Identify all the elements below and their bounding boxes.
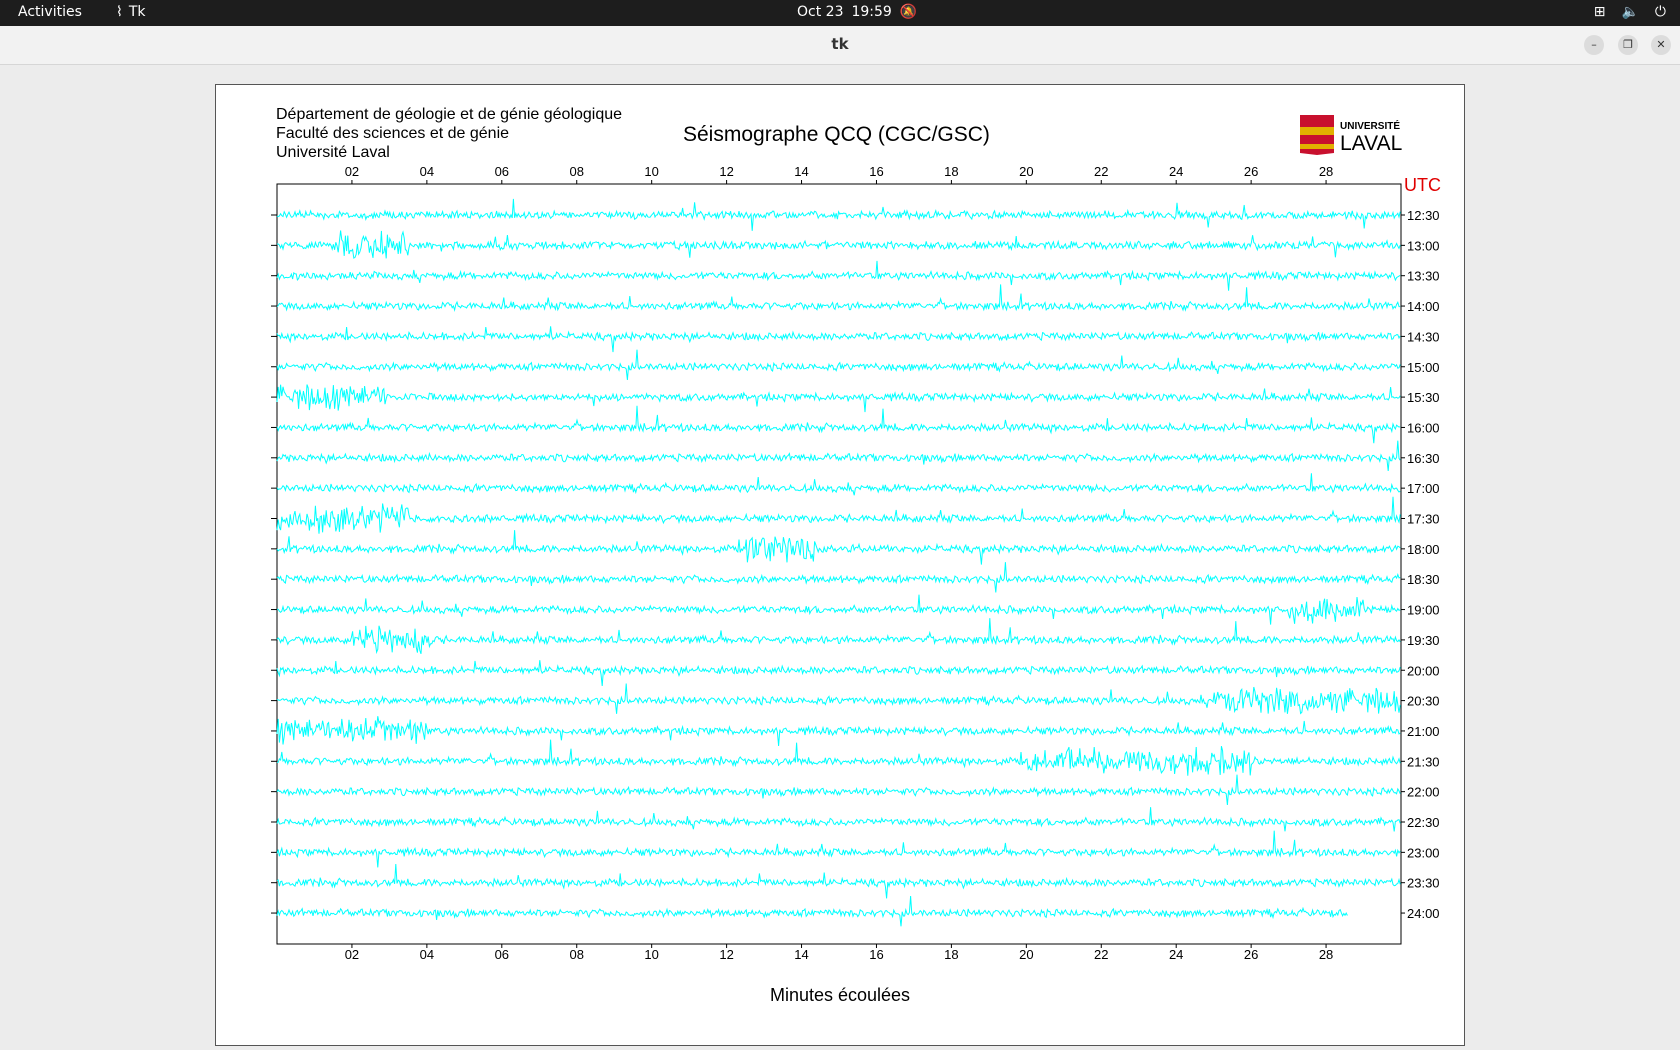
utc-label: UTC <box>1404 175 1441 195</box>
activities-button[interactable]: Activities <box>18 4 82 20</box>
clock-date: Oct 23 <box>797 4 844 20</box>
window-title: tk <box>831 35 849 53</box>
window-titlebar[interactable]: tk – ❐ ✕ <box>0 26 1680 65</box>
laval-logo: UNIVERSITÉ LAVAL <box>1300 115 1402 155</box>
clock-time: 19:59 <box>851 4 892 20</box>
bell-off-icon: 🔕 <box>899 4 918 20</box>
x-axis-title: Minutes écoulées <box>769 985 911 1005</box>
top-bar: Activities ⌇ Tk Oct 23 19:59 🔕 ⊞ 🔈 ⏻ <box>0 0 1680 26</box>
plot-page <box>215 84 1465 1046</box>
maximize-button[interactable]: ❐ <box>1618 35 1638 55</box>
header-faculty: Faculté des sciences et de génie <box>276 125 510 142</box>
header-university: Université Laval <box>276 144 390 161</box>
app-icon: ⌇ <box>116 4 123 20</box>
clock[interactable]: Oct 23 19:59 🔕 <box>797 4 917 20</box>
app-name: Tk <box>128 4 146 20</box>
power-icon: ⏻ <box>1654 4 1666 20</box>
header-dept: Département de géologie et de génie géol… <box>276 106 623 123</box>
network-icon: ⊞ <box>1593 4 1606 20</box>
volume-icon: 🔈 <box>1621 4 1639 20</box>
app-menu[interactable]: ⌇ Tk <box>116 4 146 20</box>
logo-line1: UNIVERSITÉ <box>1340 119 1400 132</box>
close-button[interactable]: ✕ <box>1651 35 1671 55</box>
logo-line2: LAVAL <box>1340 132 1402 155</box>
chart-title: Séismographe QCQ (CGC/GSC) <box>683 123 990 146</box>
minimize-button[interactable]: – <box>1584 35 1604 55</box>
system-tray[interactable]: ⊞ 🔈 ⏻ <box>1594 4 1666 20</box>
